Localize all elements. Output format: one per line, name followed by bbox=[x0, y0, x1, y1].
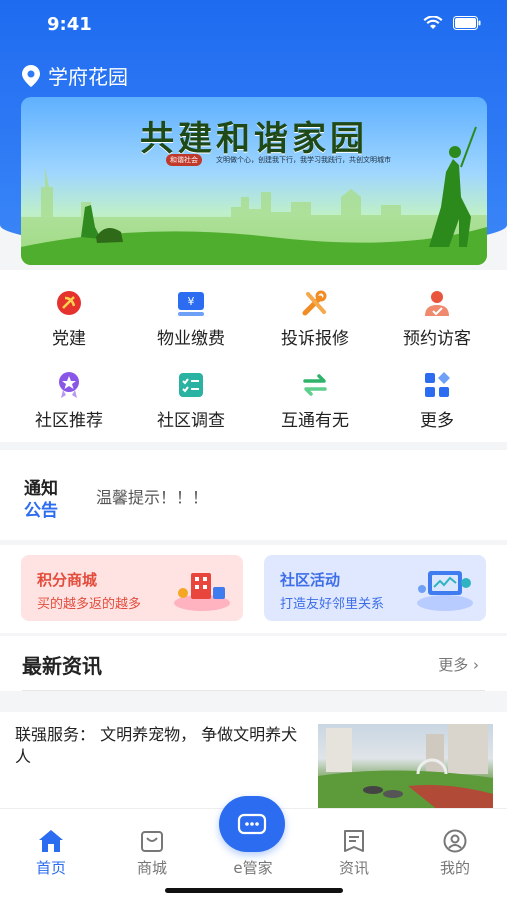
news-item-title: 联强服务： 文明养宠物， 争做文明养犬人 bbox=[15, 725, 298, 766]
shopping-bag-icon bbox=[141, 831, 163, 852]
news-section-title: 最新资讯 bbox=[22, 654, 102, 678]
points-mall-card[interactable]: 积分商城 买的越多返的越多 bbox=[21, 555, 243, 621]
party-icon bbox=[57, 291, 81, 315]
service-label: 互通有无 bbox=[281, 411, 349, 431]
status-time: 9:41 bbox=[47, 14, 92, 35]
service-label: 社区调查 bbox=[157, 411, 225, 431]
user-icon bbox=[443, 829, 467, 853]
tab-profile[interactable]: 我的 bbox=[415, 829, 495, 878]
service-label: 物业缴费 bbox=[157, 329, 225, 349]
survey-icon bbox=[179, 373, 203, 397]
location-name: 学府花园 bbox=[48, 65, 128, 89]
repair-icon bbox=[302, 290, 327, 316]
tab-news[interactable]: 资讯 bbox=[314, 829, 394, 878]
tab-label: 商城 bbox=[136, 859, 167, 877]
service-repair[interactable]: 投诉报修 bbox=[252, 288, 378, 349]
tab-home[interactable]: 首页 bbox=[11, 829, 91, 878]
notice-label-line2: 公告 bbox=[24, 501, 58, 521]
community-activity-card[interactable]: 社区活动 打造友好邻里关系 bbox=[264, 555, 486, 621]
notice-text: 温馨提示！！！ bbox=[96, 488, 209, 507]
exchange-icon bbox=[303, 374, 327, 396]
shopping-illustration-icon bbox=[174, 573, 230, 611]
document-icon bbox=[344, 830, 364, 852]
location-pin-icon bbox=[22, 64, 40, 87]
e-manager-button[interactable] bbox=[219, 796, 285, 852]
service-payment[interactable]: ¥ 物业缴费 bbox=[128, 288, 254, 349]
card-title: 积分商城 bbox=[37, 571, 98, 589]
service-exchange[interactable]: 互通有无 bbox=[252, 370, 378, 431]
butler-icon bbox=[237, 813, 267, 835]
service-more[interactable]: 更多 bbox=[374, 370, 500, 431]
service-label: 投诉报修 bbox=[281, 329, 349, 349]
banner-tag: 和谐社会 bbox=[166, 154, 202, 166]
notice-bar[interactable]: 通知 公告 温馨提示！！！ bbox=[0, 450, 507, 540]
visitor-icon bbox=[425, 291, 449, 316]
banner[interactable]: 共建和谐家园 和谐社会 文明做个心，创建我下行，我学习我践行，共创文明城市 bbox=[21, 97, 487, 265]
home-icon bbox=[39, 830, 63, 852]
thumbnail-scene bbox=[318, 724, 493, 810]
status-bar: 9:41 bbox=[0, 0, 507, 50]
activity-illustration-icon bbox=[417, 571, 473, 611]
location-selector[interactable]: 学府花园 bbox=[22, 61, 128, 90]
card-subtitle: 买的越多返的越多 bbox=[37, 597, 142, 612]
news-more-label: 更多 bbox=[438, 656, 469, 674]
news-header: 最新资讯 更多 › bbox=[0, 636, 507, 691]
service-survey[interactable]: 社区调查 bbox=[128, 370, 254, 431]
tab-label: 资讯 bbox=[338, 859, 369, 877]
status-icons bbox=[423, 16, 481, 30]
e-manager-label: e管家 bbox=[233, 859, 273, 877]
banner-subtitle: 文明做个心，创建我下行，我学习我践行，共创文明城市 bbox=[216, 156, 391, 164]
service-visitor[interactable]: 预约访客 bbox=[374, 288, 500, 349]
tab-label: 我的 bbox=[439, 859, 470, 877]
service-label: 党建 bbox=[52, 329, 86, 349]
service-grid: 党建 ¥ 物业缴费 投诉报修 预约访客 社区推荐 社区调查 互通有无 更多 bbox=[0, 270, 507, 442]
news-more-link[interactable]: 更多 › bbox=[438, 654, 479, 675]
tab-label: 首页 bbox=[35, 859, 66, 877]
recommend-icon bbox=[59, 372, 79, 398]
more-icon bbox=[425, 372, 450, 397]
home-indicator bbox=[165, 888, 343, 893]
svg-text:¥: ¥ bbox=[188, 295, 195, 308]
payment-icon: ¥ bbox=[178, 292, 204, 316]
service-label: 更多 bbox=[420, 411, 454, 431]
service-recommend[interactable]: 社区推荐 bbox=[6, 370, 132, 431]
card-title: 社区活动 bbox=[280, 571, 341, 589]
service-label: 社区推荐 bbox=[35, 411, 103, 431]
news-thumbnail bbox=[318, 724, 493, 810]
service-label: 预约访客 bbox=[403, 329, 471, 349]
banner-title: 共建和谐家园 bbox=[140, 119, 368, 159]
battery-icon bbox=[453, 16, 481, 30]
chevron-right-icon: › bbox=[473, 656, 479, 674]
wifi-icon bbox=[423, 16, 443, 29]
card-subtitle: 打造友好邻里关系 bbox=[280, 597, 385, 612]
service-party[interactable]: 党建 bbox=[6, 288, 132, 349]
promo-section: 积分商城 买的越多返的越多 社区活动 打造友好邻里关系 bbox=[0, 545, 507, 633]
tab-mall[interactable]: 商城 bbox=[112, 829, 192, 878]
divider bbox=[22, 690, 485, 691]
